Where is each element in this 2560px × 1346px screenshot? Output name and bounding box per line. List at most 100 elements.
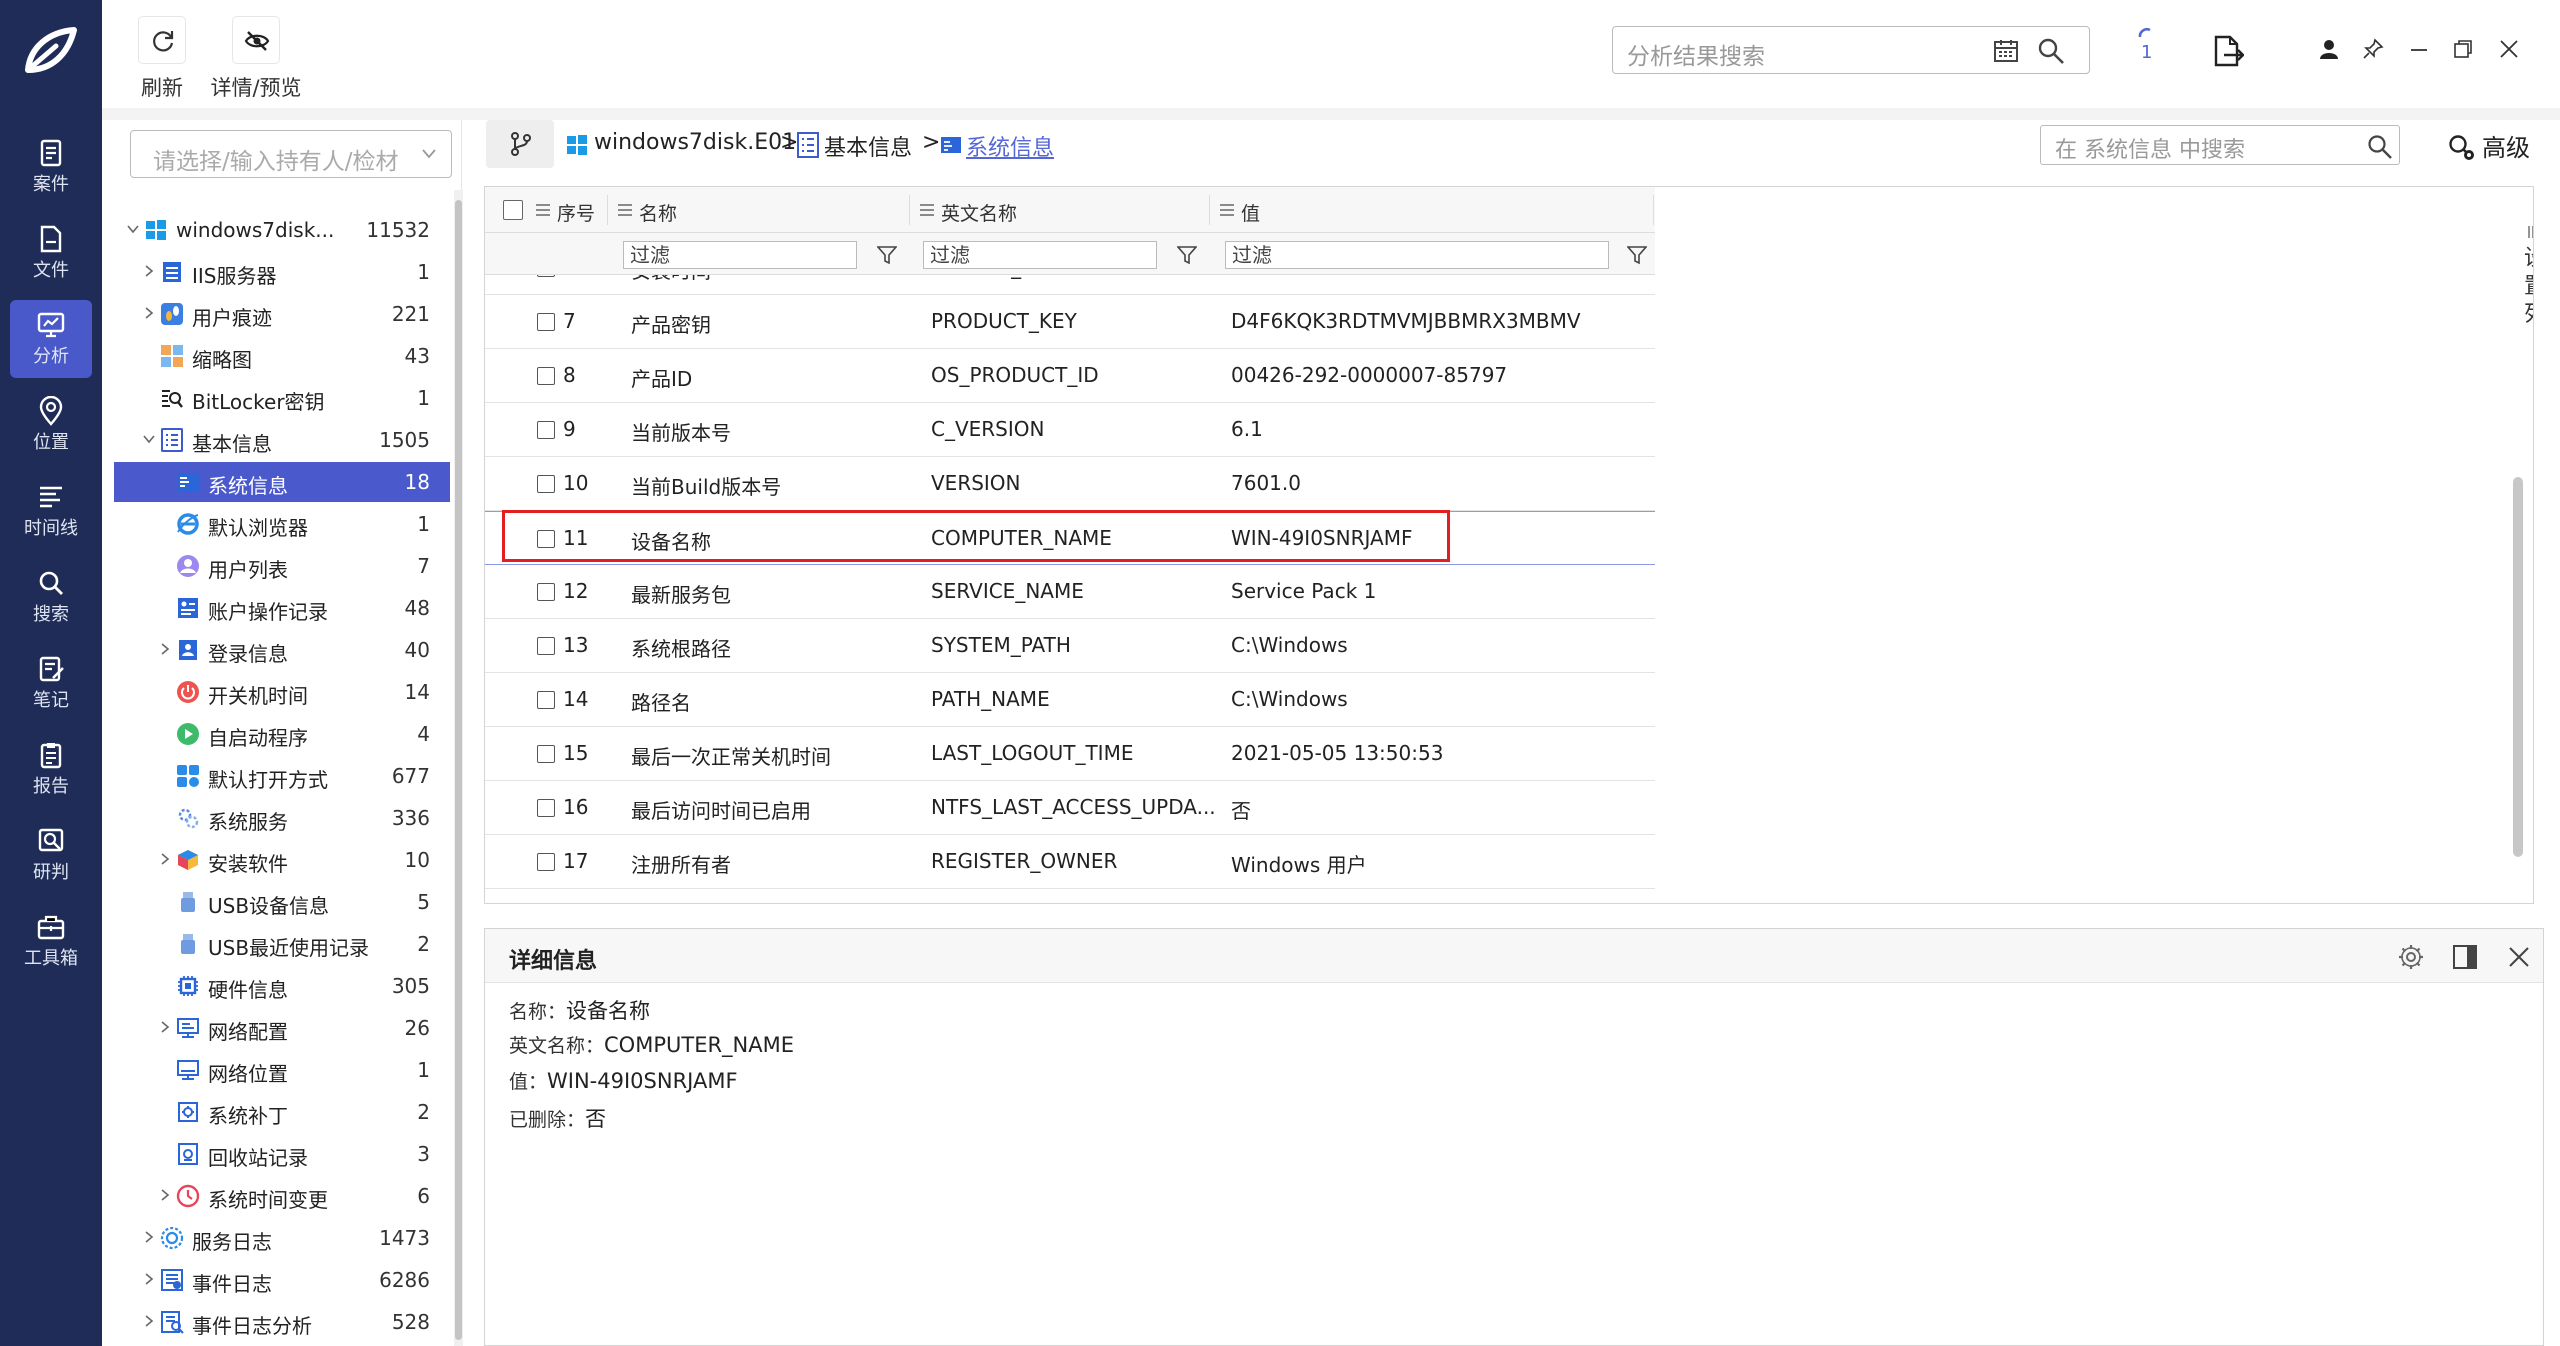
table-row[interactable]: 17 注册所有者 REGISTER_OWNER Windows 用户 [485, 835, 1655, 889]
nav-file[interactable]: 文件 [10, 214, 92, 292]
tree-item[interactable]: 网络配置 26 [114, 1008, 450, 1048]
minimize-icon[interactable] [2408, 38, 2430, 60]
column-divider[interactable] [909, 195, 910, 225]
chevron-right-icon[interactable] [158, 1188, 172, 1202]
tree-item[interactable]: 事件日志分析 528 [114, 1302, 450, 1342]
tree-item[interactable]: 系统补丁 2 [114, 1092, 450, 1132]
nav-analysis[interactable]: 分析 [10, 300, 92, 378]
pin-icon[interactable] [2362, 38, 2384, 60]
row-checkbox[interactable] [537, 799, 555, 817]
nav-search[interactable]: 搜索 [10, 558, 92, 636]
tree-item[interactable]: 账户操作记录 48 [114, 588, 450, 628]
tree-scrollbar[interactable] [454, 190, 463, 1346]
refresh-button[interactable]: 刷新 [132, 12, 192, 102]
chevron-right-icon[interactable] [142, 1314, 156, 1328]
chevron-right-icon[interactable] [158, 642, 172, 656]
table-row[interactable]: 15 最后一次正常关机时间 LAST_LOGOUT_TIME 2021-05-05 1… [485, 727, 1655, 781]
tree-item[interactable]: 默认打开方式 677 [114, 756, 450, 796]
tree-item[interactable]: 登录信息 40 [114, 630, 450, 670]
breadcrumb-disk[interactable]: windows7disk.E01 [594, 130, 796, 155]
task-progress-indicator[interactable]: 1 [2130, 24, 2164, 74]
gear-icon[interactable] [2397, 943, 2425, 971]
tree-item[interactable]: 系统时间变更 6 [114, 1176, 450, 1216]
search-icon[interactable] [2037, 37, 2065, 65]
search-icon[interactable] [2367, 134, 2393, 160]
row-checkbox[interactable] [537, 583, 555, 601]
tree-item[interactable]: 开关机时间 14 [114, 672, 450, 712]
nav-toolbox[interactable]: 工具箱 [10, 902, 92, 980]
breadcrumb-current[interactable]: 系统信息 [966, 130, 1054, 162]
row-checkbox[interactable] [537, 475, 555, 493]
column-menu-icon[interactable] [535, 203, 551, 217]
filter-icon[interactable] [877, 245, 897, 265]
tree-item[interactable]: 用户列表 7 [114, 546, 450, 586]
chevron-right-icon[interactable] [158, 852, 172, 866]
calendar-icon[interactable] [1993, 38, 2019, 64]
column-menu-icon[interactable] [617, 203, 633, 217]
column-header-en-name[interactable]: 英文名称 [941, 199, 1017, 226]
table-scrollbar-thumb[interactable] [2513, 477, 2523, 857]
table-row[interactable]: 14 路径名 PATH_NAME C:\Windows [485, 673, 1655, 727]
chevron-right-icon[interactable] [142, 264, 156, 278]
tree-item[interactable]: 用户痕迹 221 [114, 294, 450, 334]
chevron-down-icon[interactable] [126, 222, 140, 236]
column-divider[interactable] [607, 195, 608, 225]
table-row[interactable]: 11 设备名称 COMPUTER_NAME WIN-49I0SNRJAMF [485, 510, 1655, 565]
tree-item[interactable]: 自启动程序 4 [114, 714, 450, 754]
tree-item[interactable]: IIS服务器 1 [114, 252, 450, 292]
table-row[interactable]: 8 产品ID OS_PRODUCT_ID 00426-292-0000007-8579… [485, 349, 1655, 403]
table-row[interactable]: 10 当前Build版本号 VERSION 7601.0 [485, 457, 1655, 511]
column-menu-icon[interactable] [1219, 203, 1235, 217]
row-checkbox[interactable] [537, 637, 555, 655]
tree-item[interactable]: BitLocker密钥 1 [114, 378, 450, 418]
tree-item[interactable]: 系统信息 18 [114, 462, 450, 502]
nav-report[interactable]: 报告 [10, 730, 92, 808]
filter-icon[interactable] [1177, 245, 1197, 265]
tree-item[interactable]: USB最近使用记录 2 [114, 924, 450, 964]
breadcrumb-group[interactable]: 基本信息 [824, 130, 912, 162]
split-panel-icon[interactable] [2451, 943, 2479, 971]
row-checkbox[interactable] [537, 853, 555, 871]
restore-window-icon[interactable] [2452, 38, 2474, 60]
table-row[interactable]: 12 最新服务包 SERVICE_NAME Service Pack 1 [485, 565, 1655, 619]
table-row[interactable]: 6 安装时间 INSTALL_TIME 2021-05-05 16:44:28 +08… [485, 275, 1655, 295]
advanced-search-icon[interactable] [2448, 134, 2476, 162]
tree-item[interactable]: 基本信息 1505 [114, 420, 450, 460]
row-checkbox[interactable] [537, 313, 555, 331]
close-icon[interactable] [2505, 943, 2533, 971]
tree-item[interactable]: 硬件信息 305 [114, 966, 450, 1006]
column-divider[interactable] [1209, 195, 1210, 225]
tree-item[interactable]: 服务日志 1473 [114, 1218, 450, 1258]
row-checkbox[interactable] [537, 745, 555, 763]
nav-note[interactable]: 笔记 [10, 644, 92, 722]
tree-item[interactable]: windows7disk... 11532 [114, 210, 450, 250]
tree-item[interactable]: 安装软件 10 [114, 840, 450, 880]
column-header-value[interactable]: 值 [1241, 199, 1260, 226]
nav-timeline[interactable]: 时间线 [10, 472, 92, 550]
nav-judge[interactable]: 研判 [10, 816, 92, 894]
tree-item[interactable]: 默认浏览器 1 [114, 504, 450, 544]
chevron-right-icon[interactable] [142, 306, 156, 320]
column-header-index[interactable]: 序号 [557, 199, 595, 226]
column-divider[interactable] [1653, 195, 1654, 225]
value-filter-input[interactable]: 过滤 [1225, 241, 1609, 269]
tree-item[interactable]: USB设备信息 5 [114, 882, 450, 922]
tree-item[interactable]: 缩略图 43 [114, 336, 450, 376]
detail-preview-button[interactable]: 详情/预览 [206, 12, 306, 102]
table-row[interactable]: 13 系统根路径 SYSTEM_PATH C:\Windows [485, 619, 1655, 673]
chevron-right-icon[interactable] [158, 1020, 172, 1034]
holder-select[interactable]: 请选择/输入持有人/检材 [130, 130, 452, 178]
column-header-name[interactable]: 名称 [639, 199, 677, 226]
chevron-right-icon[interactable] [142, 1272, 156, 1286]
chevron-right-icon[interactable] [142, 1230, 156, 1244]
row-checkbox[interactable] [537, 367, 555, 385]
export-icon[interactable] [2210, 34, 2244, 68]
table-row[interactable]: 16 最后访问时间已启用 NTFS_LAST_ACCESS_UPDA... 否 [485, 781, 1655, 835]
advanced-search-button[interactable]: 高级 [2482, 128, 2530, 163]
nav-case[interactable]: 案件 [10, 128, 92, 206]
select-all-checkbox[interactable] [503, 200, 523, 220]
nav-location[interactable]: 位置 [10, 386, 92, 464]
table-search-input[interactable]: 在 系统信息 中搜索 [2040, 125, 2400, 165]
en-name-filter-input[interactable]: 过滤 [923, 241, 1157, 269]
chevron-down-icon[interactable] [142, 432, 156, 446]
